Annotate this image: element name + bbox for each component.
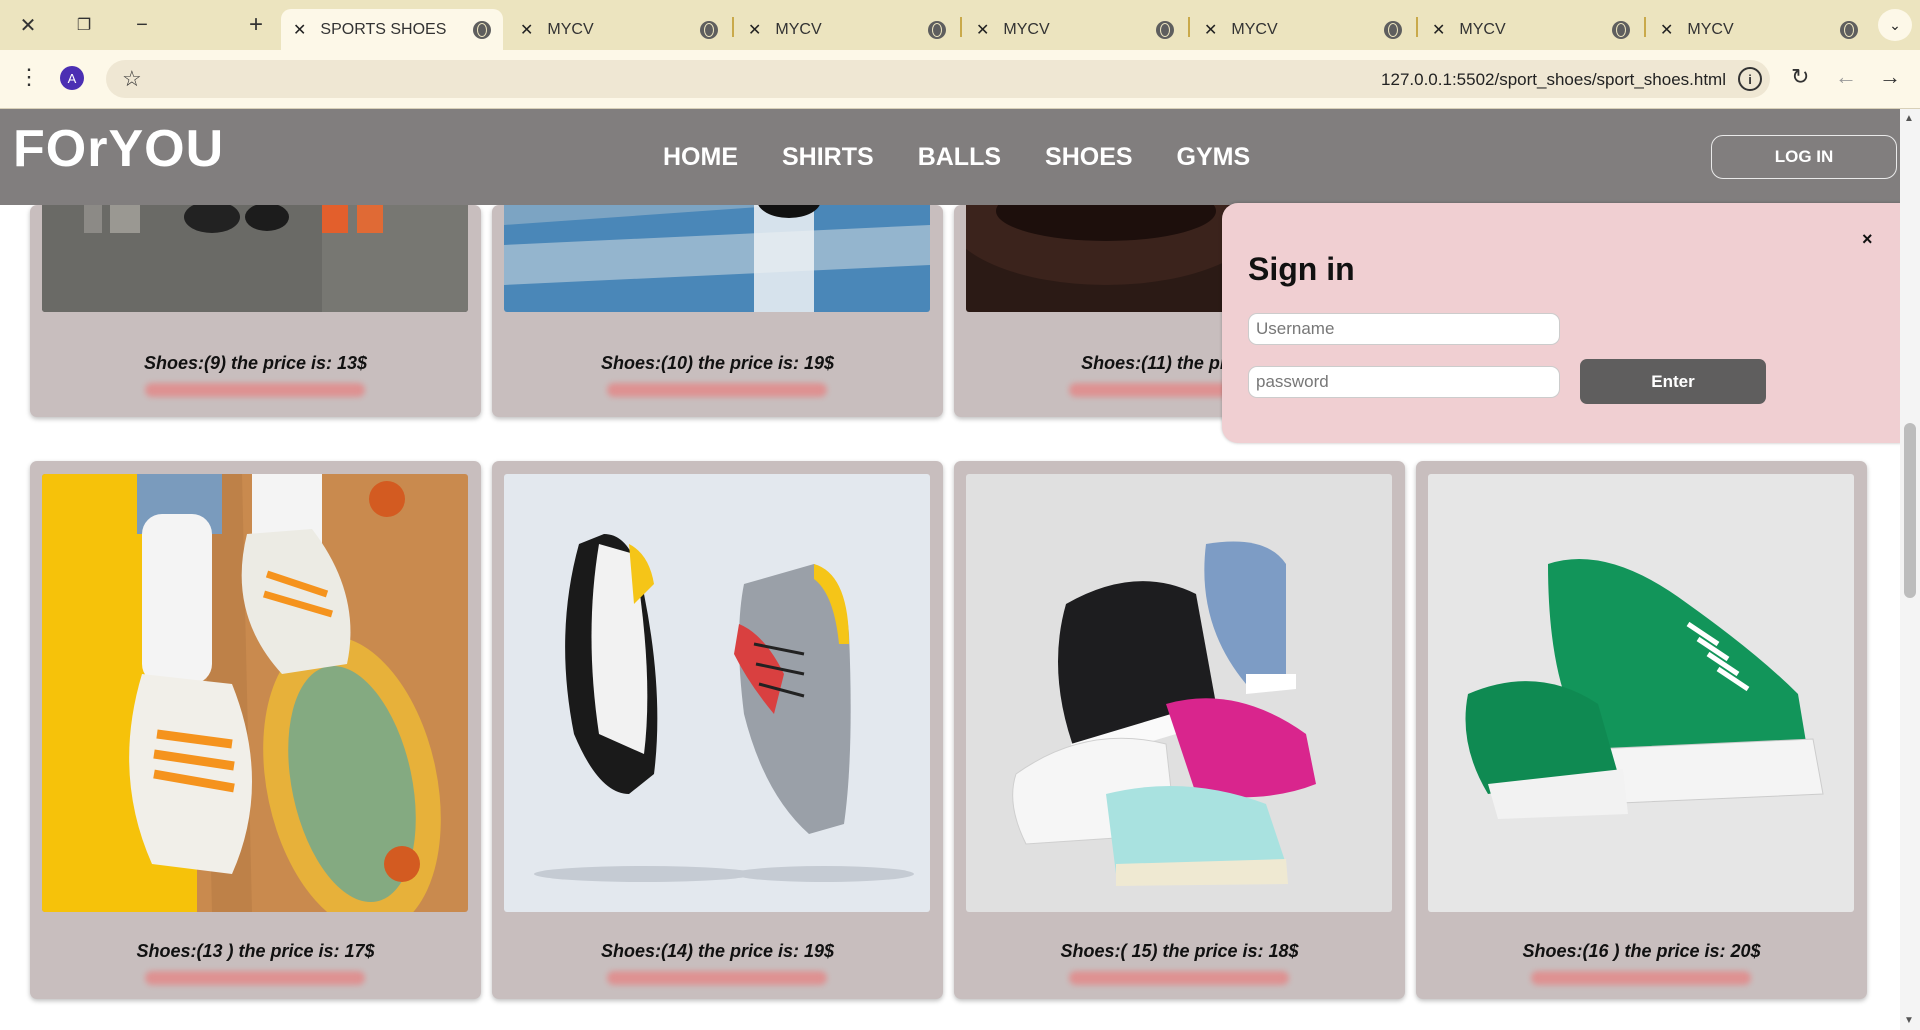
nav-shoes[interactable]: SHOES [1045, 143, 1133, 172]
reload-icon[interactable]: ↻ [1791, 64, 1809, 90]
shoes-photo [42, 474, 468, 912]
page-viewport: Shoes:(9) the price is: 13$ Shoes:(10) t… [0, 109, 1900, 1030]
tab-mycv[interactable]: ✕ MYCV [1648, 9, 1870, 50]
tab-close-icon[interactable]: ✕ [520, 20, 533, 40]
tab-title: MYCV [1459, 20, 1506, 38]
login-button[interactable]: LOG IN [1711, 135, 1897, 179]
blurred-text [1069, 971, 1289, 985]
nav-balls[interactable]: BALLS [918, 143, 1001, 172]
tab-separator [732, 17, 734, 37]
product-image-shoes-15 [966, 474, 1392, 912]
close-window-icon[interactable]: ✕ [8, 0, 48, 50]
product-image-shoes-13 [42, 474, 468, 912]
url-text[interactable]: 127.0.0.1:5502/sport_shoes/sport_shoes.h… [1381, 70, 1726, 90]
blurred-text [145, 383, 365, 397]
product-caption: Shoes:(14) the price is: 19$ [600, 941, 835, 961]
blurred-text [1531, 971, 1751, 985]
product-caption: Shoes:(13 ) the price is: 17$ [136, 941, 375, 961]
product-card[interactable]: Shoes:(14) the price is: 19$ [492, 461, 943, 999]
product-image-shoes-14 [504, 474, 930, 912]
tab-close-icon[interactable]: ✕ [1660, 20, 1673, 40]
tab-mycv[interactable]: ✕ MYCV [964, 9, 1186, 50]
globe-icon [928, 20, 946, 39]
site-logo[interactable]: FOrYOU [13, 119, 224, 179]
product-caption: Shoes:(9) the price is: 13$ [143, 353, 368, 373]
close-icon[interactable]: × [1862, 229, 1873, 250]
shoes-photo [966, 474, 1392, 912]
blurred-text [607, 383, 827, 397]
bookmark-star-icon[interactable]: ☆ [122, 66, 142, 92]
tab-mycv[interactable]: ✕ MYCV [736, 9, 958, 50]
tab-separator [1188, 17, 1190, 37]
tab-sports-shoes[interactable]: ✕ SPORTS SHOES [281, 9, 503, 50]
tab-title: MYCV [1231, 20, 1278, 38]
nav-shirts[interactable]: SHIRTS [782, 143, 874, 172]
tab-close-icon[interactable]: ✕ [1204, 20, 1217, 40]
tab-title: SPORTS SHOES [320, 20, 447, 38]
tab-title: MYCV [1003, 20, 1050, 38]
globe-icon [1840, 20, 1858, 39]
signin-popup: × Sign in Enter [1222, 203, 1900, 443]
nav-gyms[interactable]: GYMS [1177, 143, 1251, 172]
menu-dots-icon[interactable]: ⋮ [18, 64, 40, 90]
tab-close-icon[interactable]: ✕ [1432, 20, 1445, 40]
restore-window-icon[interactable]: ❐ [64, 0, 104, 50]
shoes-photo [1428, 474, 1854, 912]
globe-icon [1384, 20, 1402, 39]
forward-arrow-icon[interactable]: → [1879, 64, 1901, 90]
site-navbar: FOrYOU HOME SHIRTS BALLS SHOES GYMS LOG … [0, 109, 1900, 205]
signin-title: Sign in [1248, 251, 1355, 287]
shoes-photo [504, 474, 930, 912]
browser-tab-strip: ✕ ❐ − + ✕ SPORTS SHOES ✕ MYCV ✕ MYCV ✕ M… [0, 0, 1920, 50]
minimize-window-icon[interactable]: − [122, 0, 162, 50]
profile-avatar[interactable]: A [60, 66, 84, 90]
tab-mycv[interactable]: ✕ MYCV [1192, 9, 1414, 50]
scroll-thumb[interactable] [1904, 423, 1916, 598]
nav-links: HOME SHIRTS BALLS SHOES GYMS [663, 143, 1250, 172]
globe-icon [1612, 20, 1630, 39]
tab-mycv[interactable]: ✕ MYCV [1420, 9, 1642, 50]
tab-close-icon[interactable]: ✕ [976, 20, 989, 40]
product-card[interactable]: Shoes:( 15) the price is: 18$ [954, 461, 1405, 999]
product-card[interactable]: Shoes:(13 ) the price is: 17$ [30, 461, 481, 999]
page-scrollbar[interactable]: ▲ ▼ [1900, 109, 1920, 1030]
scroll-up-icon[interactable]: ▲ [1904, 113, 1914, 124]
product-caption: Shoes:( 15) the price is: 18$ [1060, 941, 1299, 961]
tab-separator [1416, 17, 1418, 37]
product-caption: Shoes:(10) the price is: 19$ [600, 353, 835, 373]
product-card[interactable]: Shoes:(16 ) the price is: 20$ [1416, 461, 1867, 999]
tab-title: MYCV [547, 20, 594, 38]
tab-mycv[interactable]: ✕ MYCV [508, 9, 730, 50]
tab-separator [960, 17, 962, 37]
product-card[interactable]: Shoes:(9) the price is: 13$ [30, 135, 481, 417]
scroll-down-icon[interactable]: ▼ [1904, 1015, 1914, 1026]
tab-title: MYCV [775, 20, 822, 38]
new-tab-icon[interactable]: + [236, 0, 276, 50]
tab-separator [1644, 17, 1646, 37]
tab-close-icon[interactable]: ✕ [748, 20, 761, 40]
globe-icon [700, 20, 718, 39]
product-image-shoes-16 [1428, 474, 1854, 912]
browser-toolbar: ⋮ A ☆ 127.0.0.1:5502/sport_shoes/sport_s… [0, 50, 1920, 108]
username-input[interactable] [1248, 313, 1560, 345]
tab-close-icon[interactable]: ✕ [293, 20, 306, 40]
product-card[interactable]: Shoes:(10) the price is: 19$ [492, 135, 943, 417]
product-caption: Shoes:(16 ) the price is: 20$ [1522, 941, 1761, 961]
address-bar[interactable]: ☆ 127.0.0.1:5502/sport_shoes/sport_shoes… [106, 60, 1770, 98]
back-arrow-icon[interactable]: ← [1835, 64, 1857, 90]
tab-search-chevron-icon[interactable]: ⌄ [1878, 9, 1912, 41]
globe-icon [1156, 20, 1174, 39]
nav-home[interactable]: HOME [663, 143, 738, 172]
tab-title: MYCV [1687, 20, 1734, 38]
site-info-icon[interactable]: i [1738, 67, 1762, 91]
blurred-text [607, 971, 827, 985]
blurred-text [145, 971, 365, 985]
enter-button[interactable]: Enter [1580, 359, 1766, 404]
password-input[interactable] [1248, 366, 1560, 398]
globe-icon [473, 20, 491, 39]
